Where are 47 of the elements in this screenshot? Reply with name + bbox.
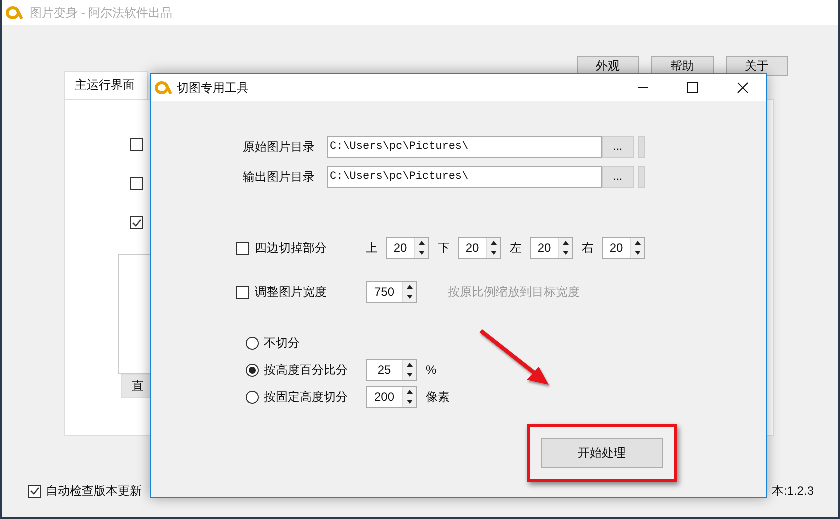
side-label: 右 — [582, 240, 595, 257]
field-label: 原始图片目录 — [242, 139, 316, 156]
start-button[interactable]: 开始处理 — [541, 438, 663, 468]
field-label: 输出图片目录 — [242, 169, 316, 186]
checkbox[interactable] — [236, 242, 249, 254]
dialog-title: 切图专用工具 — [177, 80, 250, 96]
window-title: 图片变身 - 阿尔法软件出品 — [30, 4, 173, 22]
radio-label: 不切分 — [264, 335, 301, 352]
number-spinner[interactable]: 20 — [458, 237, 501, 259]
checkbox[interactable] — [28, 484, 41, 498]
number-spinner[interactable]: 750 — [366, 281, 417, 303]
number-spinner[interactable]: 20 — [386, 237, 429, 259]
number-spinner[interactable]: 20 — [530, 237, 573, 259]
checkbox[interactable] — [130, 138, 143, 151]
maximize-icon[interactable] — [687, 82, 699, 94]
toolbar-button[interactable]: 关于 — [726, 56, 788, 76]
tab[interactable]: 主运行界面 — [64, 71, 148, 99]
alpha-logo-icon — [155, 80, 173, 94]
scroll-strip — [638, 166, 645, 188]
checkbox-label: 自动检查版本更新 — [46, 483, 142, 500]
side-label: 上 — [366, 240, 379, 257]
scroll-strip — [638, 136, 645, 158]
checkbox-label: 调整图片宽度 — [255, 284, 328, 301]
browse-button[interactable]: ... — [602, 136, 634, 158]
hint-text: 按原比例缩放到目标宽度 — [448, 284, 580, 301]
unit-label: 像素 — [426, 389, 450, 406]
browse-button[interactable]: ... — [602, 166, 634, 188]
radio-label: 按高度百分比分 — [264, 362, 349, 379]
checkbox-label: 四边切掉部分 — [255, 240, 328, 257]
number-spinner[interactable]: 20 — [602, 237, 645, 259]
checkbox[interactable] — [236, 286, 249, 298]
close-icon[interactable] — [737, 82, 749, 94]
path-field[interactable]: C:\Users\pc\Pictures\ — [327, 136, 602, 158]
radio-label: 按固定高度切分 — [264, 389, 349, 406]
version-text: 本:1.2.3 — [772, 483, 814, 500]
number-spinner[interactable]: 25 — [366, 359, 417, 381]
alpha-logo-icon — [6, 6, 24, 20]
checkbox[interactable] — [130, 177, 143, 190]
radio-button[interactable] — [246, 390, 259, 404]
path-field[interactable]: C:\Users\pc\Pictures\ — [327, 166, 602, 188]
number-spinner[interactable]: 200 — [366, 386, 417, 408]
radio-button[interactable] — [246, 336, 259, 350]
checkbox[interactable] — [130, 216, 143, 229]
unit-label: % — [426, 362, 437, 379]
radio-button[interactable] — [246, 364, 259, 376]
side-label: 左 — [510, 240, 523, 257]
side-label: 下 — [438, 240, 451, 257]
